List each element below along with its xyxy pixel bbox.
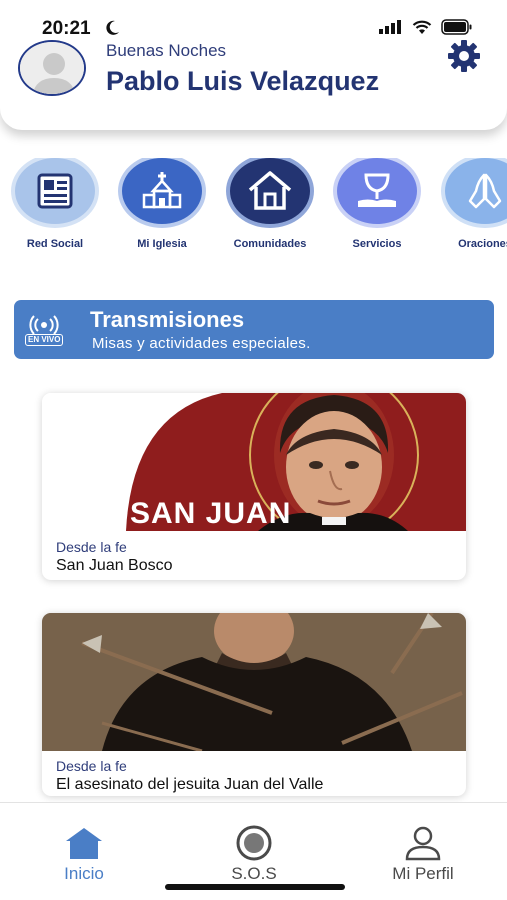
sos-icon — [236, 825, 272, 861]
category-label: Red Social — [26, 238, 84, 250]
user-name: Pablo Luis Velazquez — [106, 66, 380, 96]
card-title: El asesinato del jesuita Juan del Valle — [56, 776, 324, 793]
nav-item-inicio[interactable]: Inicio — [24, 825, 144, 884]
category-comunidades[interactable]: Comunidades — [220, 158, 320, 250]
category-label: Comunidades — [233, 238, 307, 250]
home-community-icon — [248, 171, 292, 210]
feed-card[interactable]: Desde la fe El asesinato del jesuita Jua… — [42, 613, 466, 796]
card-title: San Juan Bosco — [56, 557, 173, 574]
greeting-text: Buenas Noches — [106, 41, 227, 60]
martyr-painting-image — [42, 613, 466, 751]
cellular-signal-icon — [379, 20, 401, 34]
newspaper-icon — [37, 173, 73, 209]
category-label: Oraciones — [458, 238, 507, 250]
category-label: Servicios — [352, 238, 402, 250]
card-image-caption: SAN JUAN — [130, 497, 292, 530]
battery-icon — [441, 19, 472, 35]
status-bar: 20:21 — [0, 0, 507, 40]
card-image: SAN JUAN — [42, 393, 466, 531]
nav-item-sos[interactable]: S.O.S — [194, 825, 314, 884]
chalice-icon — [358, 173, 396, 207]
card-category: Desde la fe — [56, 539, 127, 555]
category-red-social[interactable]: Red Social — [5, 158, 105, 250]
nav-label: Mi Perfil — [392, 864, 454, 883]
nav-label: S.O.S — [231, 864, 277, 883]
category-label: Mi Iglesia — [137, 238, 187, 250]
church-icon — [142, 172, 182, 209]
praying-hands-icon — [468, 173, 502, 209]
live-title: Transmisiones — [90, 307, 245, 332]
category-oraciones[interactable]: Oraciones — [435, 158, 507, 250]
avatar[interactable] — [18, 40, 86, 96]
category-circle — [122, 158, 202, 224]
wifi-icon — [412, 20, 432, 34]
nav-item-mi-perfil[interactable]: Mi Perfil — [363, 825, 483, 884]
person-placeholder-icon — [20, 42, 84, 94]
card-image — [42, 613, 466, 751]
category-circle — [230, 158, 310, 224]
category-circle — [445, 158, 507, 224]
home-icon — [66, 828, 102, 859]
live-stream-banner[interactable]: EN VIVO Transmisiones Misas y actividade… — [14, 300, 494, 359]
feed-card[interactable]: SAN JUAN Desde la fe San Juan Bosco — [42, 393, 466, 580]
moon-icon — [106, 20, 119, 35]
profile-icon — [405, 826, 441, 861]
nav-label: Inicio — [64, 864, 104, 883]
live-badge: EN VIVO — [25, 334, 64, 346]
live-subtitle: Misas y actividades especiales. — [92, 335, 311, 352]
category-circle — [337, 158, 417, 224]
category-servicios[interactable]: Servicios — [327, 158, 427, 250]
gear-icon[interactable] — [446, 38, 482, 74]
category-circle — [15, 158, 95, 224]
category-carousel[interactable]: Red Social Mi Iglesia Comunidades Servic… — [0, 158, 507, 258]
category-mi-iglesia[interactable]: Mi Iglesia — [112, 158, 212, 250]
card-category: Desde la fe — [56, 758, 127, 774]
home-indicator — [165, 884, 345, 890]
status-time: 20:21 — [42, 18, 91, 39]
